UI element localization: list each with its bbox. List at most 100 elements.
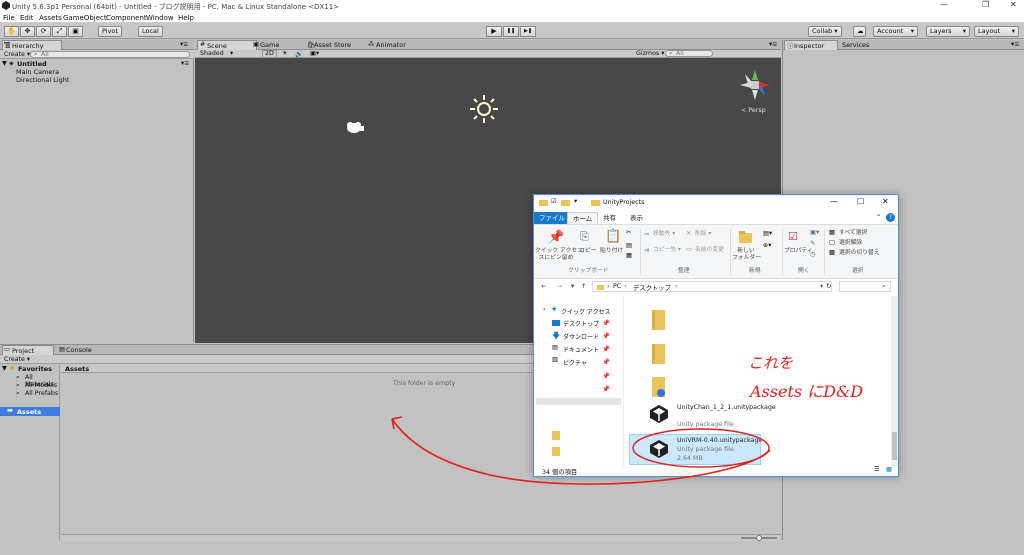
tab-file[interactable]: ファイル [534,212,570,224]
effects-dropdown-icon[interactable]: ▣▾ [310,50,319,57]
scene-orientation-gizmo-icon[interactable] [738,66,772,102]
tab-hierarchy[interactable]: Hierarchy [2,40,62,50]
paste-icon[interactable]: 📋 [605,229,621,244]
pivot-toggle[interactable]: Pivot [98,26,122,37]
fav-all-prefabs[interactable]: All Prefabs [25,390,58,397]
copy-path-icon[interactable]: ▤ [626,242,632,249]
folder-icon[interactable] [652,375,666,397]
tab-share[interactable]: 共有 [598,212,621,224]
rotate-tool-icon[interactable]: ⟳ [36,26,51,37]
pin-icon[interactable]: 📌 [548,230,564,245]
new-folder-button[interactable]: 新しい フォルダー [732,248,761,262]
panel-menu-icon[interactable]: ▾≡ [180,41,188,48]
delete-button[interactable]: 削除 ▾ [695,231,711,238]
address-bar[interactable]: › PC › デスクトップ › ▾ [592,281,832,292]
hand-tool-icon[interactable]: ✋ [4,26,19,37]
minimize-button[interactable]: — [940,0,948,9]
large-icons-view-icon[interactable]: ▦ [886,466,892,473]
folder-icon[interactable] [652,308,665,330]
nav-quick-access[interactable]: クイック アクセス [561,307,611,316]
menu-edit[interactable]: Edit [20,14,34,22]
maximize-button[interactable]: ❐ [982,0,989,9]
paste-shortcut-icon[interactable]: ▦ [626,252,632,259]
menu-component[interactable]: Component [106,14,147,22]
menu-window[interactable]: Window [146,14,174,22]
menu-assets[interactable]: Assets [39,14,62,22]
layers-dropdown[interactable]: Layers ▾ [926,26,970,37]
nav-documents[interactable]: ドキュメント [563,345,599,354]
new-folder-icon[interactable] [739,231,752,243]
perspective-label[interactable]: < Persp [741,107,766,114]
invert-selection-icon[interactable]: ▩ [829,249,835,256]
address-dropdown-icon[interactable]: ▾ [820,283,823,290]
play-button[interactable]: ▶ [486,26,502,37]
new-folder-quick-icon[interactable] [561,199,570,206]
tab-home[interactable]: ホーム [567,212,599,224]
scene-row[interactable]: ▼ ◈ Untitled ▾≡ [0,60,194,68]
details-view-icon[interactable]: ☰ [874,466,880,473]
rename-button[interactable]: 名前の変更 [695,247,724,254]
fav-all-models[interactable]: All Models [25,382,57,389]
search-box[interactable]: ⌕ [839,281,891,292]
history-icon[interactable]: ◷ [810,251,816,258]
assets-folder-row[interactable]: ▬ Assets [0,407,60,416]
collab-dropdown[interactable]: Collab ▾ [808,26,842,37]
menu-gameobject[interactable]: GameObject [63,14,107,22]
rect-tool-icon[interactable]: ▣ [68,26,83,37]
layout-dropdown[interactable]: Layout ▾ [974,26,1019,37]
scale-tool-icon[interactable]: ⤢ [52,26,67,37]
favorites-label[interactable]: Favorites [18,365,52,373]
blurred-nav-item[interactable] [536,398,621,405]
expand-arrow-icon[interactable]: ▼ [2,60,7,67]
assets-breadcrumb-label[interactable]: Assets [65,365,89,373]
audio-toggle-icon[interactable]: 🔊 [295,50,303,58]
nav-desktop[interactable]: デスクトップ [563,319,599,328]
scene-menu-icon[interactable]: ▾≡ [181,60,189,67]
help-icon[interactable]: ? [886,213,895,222]
folder-icon[interactable] [652,342,665,364]
quick-access-toolbar-dropdown[interactable]: ▾ [574,198,577,205]
close-button[interactable]: ✕ [1010,0,1017,9]
vertical-scrollbar[interactable] [891,296,898,466]
pause-button[interactable]: ❚❚ [503,26,519,37]
refresh-icon[interactable]: ↻ [826,283,831,290]
expand-arrow-icon[interactable]: › [543,306,546,313]
invert-selection-button[interactable]: 選択の切り替え [839,250,880,257]
panel-menu-icon[interactable]: ▾≡ [769,41,777,48]
scrollbar-thumb[interactable] [892,432,897,460]
forward-icon[interactable]: → [557,283,562,290]
move-to-button[interactable]: 移動先 ▾ [653,231,675,238]
nav-pictures[interactable]: ピクチャ [563,358,587,367]
properties-icon[interactable]: ☑ [788,230,798,243]
panel-menu-icon[interactable]: ▾≡ [1011,41,1019,48]
recent-dropdown-icon[interactable]: ▾ [571,283,574,290]
lighting-toggle-icon[interactable]: ☀ [282,50,288,57]
delete-icon[interactable]: ✕ [686,230,691,237]
select-none-button[interactable]: 選択解除 [839,240,862,247]
hierarchy-create-button[interactable]: Create ▾ [4,51,30,58]
pin-quick-access-button[interactable]: クイック アクセス スにピン留め [535,248,583,262]
step-button[interactable]: ▶❚ [520,26,536,37]
move-to-icon[interactable]: ⇒ [644,231,649,238]
copy-icon[interactable]: ⎘ [580,230,589,244]
select-none-icon[interactable]: ▢ [829,239,835,246]
tab-services[interactable]: Services [833,40,869,50]
scene-search-input[interactable]: ⌕ All [665,50,713,57]
hierarchy-search-input[interactable]: ⌕ All [30,51,190,58]
up-icon[interactable]: ↑ [581,283,586,290]
select-all-button[interactable]: すべて選択 [839,230,867,237]
back-icon[interactable]: ← [541,283,546,290]
menu-file[interactable]: File [3,14,15,22]
properties-quick-icon[interactable]: ☑ [551,198,557,205]
copy-button[interactable]: コピー [579,248,596,255]
new-item-icon[interactable]: ▤▾ [763,230,772,237]
slider-thumb[interactable] [756,535,762,541]
open-icon[interactable]: ▣▾ [810,229,819,236]
properties-button[interactable]: プロパティ [784,248,813,255]
account-dropdown[interactable]: Account ▾ [873,26,918,37]
path-desktop[interactable]: デスクトップ [633,283,671,292]
edit-icon[interactable]: ✎ [810,240,815,247]
cut-icon[interactable]: ✂ [626,229,631,236]
local-toggle[interactable]: Local [138,26,163,37]
select-all-icon[interactable]: ▦ [829,229,835,236]
